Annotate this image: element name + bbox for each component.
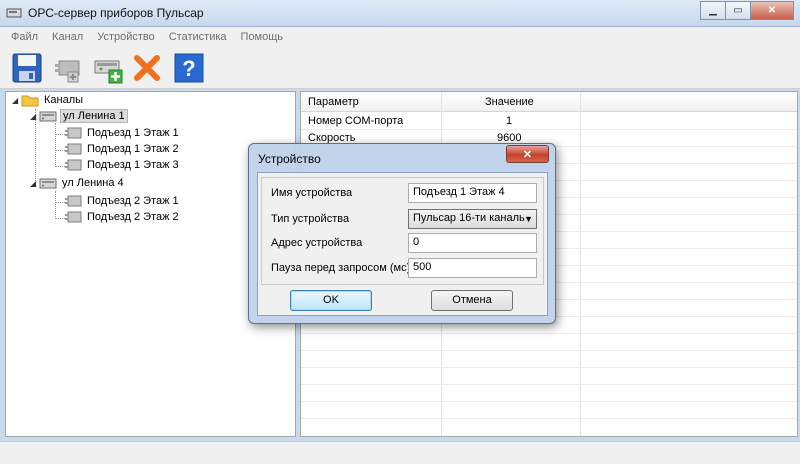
channel-icon — [39, 178, 57, 189]
channel-plus-icon[interactable] — [93, 52, 125, 84]
app-icon — [6, 8, 22, 18]
save-icon[interactable] — [11, 52, 43, 84]
device-icon — [65, 159, 82, 171]
window-controls: ▁ ▭ ✕ — [700, 1, 794, 20]
request-pause-input[interactable]: 500 — [408, 258, 537, 278]
tree-channel-label: ул Ленина 1 — [60, 109, 128, 123]
tree-channel-1[interactable]: ◢ ул Ленина 1 — [30, 108, 128, 124]
expand-arrow-icon[interactable]: ◢ — [30, 179, 39, 188]
minimize-button[interactable]: ▁ — [700, 1, 726, 20]
tree-channel-2[interactable]: ◢ ул Ленина 4 — [30, 175, 126, 191]
tree-root-label: Каналы — [44, 94, 84, 106]
row-value: 1 — [506, 115, 513, 127]
device-address-input[interactable]: 0 — [408, 233, 537, 253]
menu-device[interactable]: Устройство — [90, 31, 162, 43]
tree-device-label: Подъезд 2 Этаж 1 — [87, 195, 179, 207]
device-name-input[interactable]: Подъезд 1 Этаж 4 — [408, 183, 537, 203]
device-dialog: Устройство ✕ Имя устройства Подъезд 1 Эт… — [248, 143, 556, 324]
tree-device-label: Подъезд 1 Этаж 2 — [87, 143, 179, 155]
status-bar — [0, 441, 800, 464]
ok-button[interactable]: OK — [290, 290, 372, 311]
request-pause-label: Пауза перед запросом (мс) — [271, 262, 411, 274]
form-row-address: Адрес устройства 0 — [262, 232, 543, 256]
menu-bar: Файл Канал Устройство Статистика Помощь — [0, 27, 800, 46]
tree-device-label: Подъезд 2 Этаж 2 — [87, 211, 179, 223]
delete-icon[interactable] — [131, 52, 163, 84]
device-form: Имя устройства Подъезд 1 Этаж 4 Тип устр… — [261, 177, 544, 285]
expand-arrow-icon[interactable]: ◢ — [30, 112, 39, 121]
device-address-label: Адрес устройства — [271, 237, 363, 249]
tree-device[interactable]: Подъезд 1 Этаж 1 — [64, 125, 181, 141]
device-type-label: Тип устройства — [271, 213, 350, 225]
close-button[interactable]: ✕ — [750, 1, 794, 20]
tree-device[interactable]: Подъезд 2 Этаж 2 — [64, 209, 181, 225]
tree-device-label: Подъезд 1 Этаж 3 — [87, 159, 179, 171]
tree-device-label: Подъезд 1 Этаж 1 — [87, 127, 179, 139]
device-icon — [65, 127, 82, 139]
device-type-select[interactable]: Пульсар 16-ти каналь ▼ — [408, 209, 537, 229]
device-plus-icon[interactable] — [53, 52, 85, 84]
dialog-close-button[interactable]: ✕ — [506, 145, 549, 163]
tree-channel-label: ул Ленина 4 — [62, 177, 124, 189]
maximize-button[interactable]: ▭ — [725, 1, 751, 20]
expand-arrow-icon[interactable]: ◢ — [12, 96, 21, 105]
menu-statistics[interactable]: Статистика — [162, 31, 234, 43]
tree-device[interactable]: Подъезд 1 Этаж 2 — [64, 141, 181, 157]
window-title: ОРС-сервер приборов Пульсар — [28, 6, 204, 20]
device-icon — [65, 211, 82, 223]
folder-icon — [21, 95, 39, 107]
channel-icon — [39, 111, 57, 122]
dropdown-arrow-icon[interactable]: ▼ — [524, 214, 533, 224]
row-parameter: Номер COM-порта — [308, 115, 404, 127]
app-window: ОРС-сервер приборов Пульсар ▁ ▭ ✕ Файл К… — [0, 0, 800, 464]
grid-header: Параметр Значение — [301, 92, 797, 112]
menu-help[interactable]: Помощь — [234, 31, 291, 43]
form-row-pause: Пауза перед запросом (мс) 500 — [262, 257, 543, 281]
form-row-name: Имя устройства Подъезд 1 Этаж 4 — [262, 182, 543, 206]
cancel-button[interactable]: Отмена — [431, 290, 513, 311]
tree-root[interactable]: ◢ Каналы — [12, 92, 85, 108]
column-header-value[interactable]: Значение — [485, 92, 534, 112]
device-icon — [65, 195, 82, 207]
column-header-parameter[interactable]: Параметр — [308, 92, 359, 112]
menu-channel[interactable]: Канал — [45, 31, 90, 43]
menu-file[interactable]: Файл — [4, 31, 45, 43]
tree-device[interactable]: Подъезд 1 Этаж 3 — [64, 157, 181, 173]
help-icon[interactable]: ? — [173, 52, 205, 84]
device-type-value: Пульсар 16-ти каналь — [413, 212, 525, 224]
title-bar: ОРС-сервер приборов Пульсар ▁ ▭ ✕ — [0, 0, 800, 27]
dialog-title: Устройство — [258, 152, 321, 166]
svg-text:?: ? — [182, 56, 195, 81]
form-row-type: Тип устройства Пульсар 16-ти каналь ▼ — [262, 208, 543, 232]
device-icon — [65, 143, 82, 155]
dialog-body: Имя устройства Подъезд 1 Этаж 4 Тип устр… — [257, 172, 548, 316]
tree-device[interactable]: Подъезд 2 Этаж 1 — [64, 193, 181, 209]
toolbar: ? — [0, 46, 800, 89]
device-name-label: Имя устройства — [271, 187, 353, 199]
